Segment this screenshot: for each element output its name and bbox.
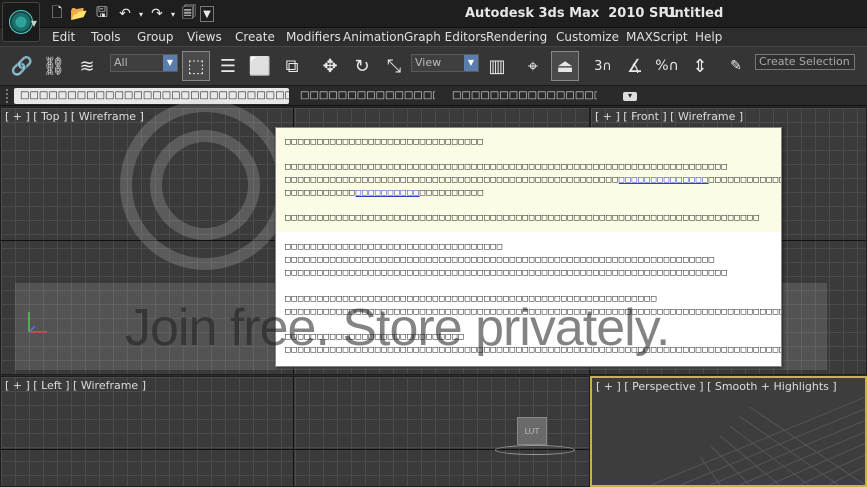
snaps-toggle-label: 3	[594, 58, 603, 74]
new-file-icon[interactable]: 🗋	[48, 4, 66, 24]
help-heading: □□□□□□□□□□□□□□□□□□□□□□□□□□□□□□□	[285, 137, 484, 147]
help-text: □□□□□□□□□□□□	[708, 175, 782, 185]
rectangular-selection-icon[interactable]: ⬜	[246, 51, 274, 81]
ribbon-tab-2[interactable]: □□□□□□□□□□□□□□□□□□	[300, 88, 435, 104]
help-link[interactable]: □□□□□□□□□□□□□□	[619, 175, 709, 185]
menu-edit[interactable]: Edit	[52, 30, 75, 44]
help-text: □□□□□□□□□□	[419, 188, 484, 198]
named-selection-sets-input[interactable]: Create Selection Se	[755, 54, 855, 70]
watermark-text: Join free. Store privately.	[125, 299, 670, 357]
angle-snap-icon[interactable]: ∡	[621, 51, 649, 81]
reference-coordinate-value: View	[415, 56, 442, 69]
viewport-label-top[interactable]: [ + ] [ Top ] [ Wireframe ]	[5, 110, 144, 123]
select-and-manipulate-icon[interactable]: ⌖	[519, 51, 547, 81]
menu-animation[interactable]: Animation	[343, 30, 404, 44]
title-bar: ▼ 🗋 📂 🖫 ↶ ▾ ↷ ▾ 🗐 ▼ Autodesk 3ds Max 201…	[0, 0, 867, 42]
unlink-icon[interactable]: ⛓	[40, 51, 68, 81]
rotate-icon[interactable]: ↻	[348, 51, 376, 81]
scene-object-ground-ring	[495, 445, 575, 455]
percent-snap-label: %	[655, 58, 669, 74]
help-text-line: □□□□□□□□□□□□□□□□□□□□□□□□□□□□□□□□□□□□□□□□…	[285, 175, 782, 185]
help-text-line: □□□□□□□□□□□□□□□□□□□□□□□□□□□□□□□□□□□□□□□□…	[285, 162, 728, 172]
application-button[interactable]: ▼	[2, 2, 40, 42]
viewport-label-front[interactable]: [ + ] [ Front ] [ Wireframe ]	[595, 110, 743, 123]
document-title: Untitled	[664, 6, 724, 21]
project-folder-icon[interactable]: 🗐	[180, 4, 198, 24]
chevron-down-icon: ▼	[30, 19, 37, 28]
keyboard-shortcut-override-icon[interactable]: ⏏	[551, 51, 579, 81]
app-title: Autodesk 3ds Max 2010 SP1	[465, 6, 677, 21]
help-link[interactable]: □□□□□□□□□□	[356, 188, 420, 198]
window-crossing-icon[interactable]: ⧉	[278, 51, 306, 81]
save-icon[interactable]: 🖫	[93, 4, 111, 24]
help-text-line: □□□□□□□□□□□□□□□□□□□□□□□□□□□□□□□□□□□□□□□□…	[285, 268, 728, 278]
edit-named-selection-icon[interactable]: ✎	[722, 51, 750, 81]
help-text-line: □□□□□□□□□□□□□□□□□□□□□□□□□□□□□□□□□□□□□□□□…	[285, 255, 716, 265]
undo-icon[interactable]: ↶	[116, 4, 134, 24]
menu-bar: Edit Tools Group Views Create Modifiers …	[40, 28, 867, 46]
viewport-label-left[interactable]: [ + ] [ Left ] [ Wireframe ]	[5, 379, 146, 392]
link-icon[interactable]: 🔗	[8, 51, 36, 81]
customize-quick-access-icon[interactable]: ▼	[200, 6, 214, 22]
bind-space-warp-icon[interactable]: ≋	[73, 51, 101, 81]
menu-graph-editors[interactable]: Graph Editors	[404, 30, 486, 44]
help-section-title: □□□□□□□□□□□□□□□□□□□□□□□□□□□□□□□□□□	[285, 242, 504, 252]
selection-filter-dropdown[interactable]: All ▼	[110, 54, 178, 72]
move-icon[interactable]: ✥	[316, 51, 344, 81]
menu-group[interactable]: Group	[137, 30, 174, 44]
selection-filter-value: All	[114, 56, 128, 69]
watermark-ring	[150, 130, 260, 240]
pivot-center-icon[interactable]: ▥	[483, 51, 511, 81]
menu-rendering[interactable]: Rendering	[486, 30, 547, 44]
scene-object[interactable]: LUT	[517, 417, 547, 445]
percent-snap-icon[interactable]: % ∩	[653, 51, 681, 81]
toolbar-drag-handle[interactable]	[6, 89, 11, 103]
menu-modifiers[interactable]: Modifiers	[286, 30, 341, 44]
undo-dropdown-icon[interactable]: ▾	[136, 4, 146, 24]
help-text: □□□□□□□□□□□	[285, 188, 356, 198]
perspective-grid	[650, 396, 865, 485]
grid-axis-y	[293, 377, 294, 486]
menu-create[interactable]: Create	[235, 30, 275, 44]
viewport-label-perspective[interactable]: [ + ] [ Perspective ] [ Smooth + Highlig…	[596, 380, 837, 393]
scale-icon[interactable]: ⤡	[380, 51, 408, 81]
chevron-down-icon: ▼	[464, 55, 478, 71]
help-text-line: □□□□□□□□□□□□□□□□□□□□□□□□□□□□□□□	[285, 188, 484, 198]
ribbon-collapse-icon[interactable]: ▾	[623, 92, 637, 101]
redo-icon[interactable]: ↷	[148, 4, 166, 24]
select-by-name-icon[interactable]: ☰	[214, 51, 242, 81]
viewport-left[interactable]: [ + ] [ Left ] [ Wireframe ]	[0, 376, 590, 487]
chevron-down-icon: ▼	[163, 55, 177, 71]
menu-views[interactable]: Views	[187, 30, 222, 44]
snaps-toggle-icon[interactable]: 3 ∩	[589, 51, 617, 81]
menu-customize[interactable]: Customize	[556, 30, 619, 44]
reference-coordinate-dropdown[interactable]: View ▼	[411, 54, 479, 72]
help-text: □□□□□□□□□□□□□□□□□□□□□□□□□□□□□□□□□□□□□□□□…	[285, 175, 619, 185]
menu-maxscript[interactable]: MAXScript	[626, 30, 688, 44]
ribbon-bar: □□□□□□□□□□□□□□□□□□□□□□□□□□□□ □□□□□ □□□□□□…	[0, 86, 867, 106]
spinner-snap-icon[interactable]: ⇕	[686, 51, 714, 81]
menu-tools[interactable]: Tools	[91, 30, 121, 44]
help-text-line: □□□□□□□□□□□□□□□□□□□□□□□□□□□□□□□□□□□□□□□□…	[285, 213, 760, 223]
ribbon-tab-3[interactable]: □□□□□□□□□□□□□□□□□□□□	[452, 88, 597, 104]
main-toolbar: 🔗 ⛓ ≋ All ▼ ⬚ ☰ ⬜ ⧉ ✥ ↻ ⤡ View ▼ ▥ ⌖ ⏏ 3…	[0, 46, 867, 86]
viewport-perspective[interactable]: [ + ] [ Perspective ] [ Smooth + Highlig…	[590, 376, 867, 487]
open-folder-icon[interactable]: 📂	[70, 4, 88, 24]
max-logo-icon	[9, 10, 33, 34]
ribbon-tab-1[interactable]: □□□□□□□□□□□□□□□□□□□□□□□□□□□□□□□□□	[14, 88, 289, 104]
select-object-icon[interactable]: ⬚	[182, 51, 210, 81]
menu-help[interactable]: Help	[695, 30, 722, 44]
redo-dropdown-icon[interactable]: ▾	[168, 4, 178, 24]
